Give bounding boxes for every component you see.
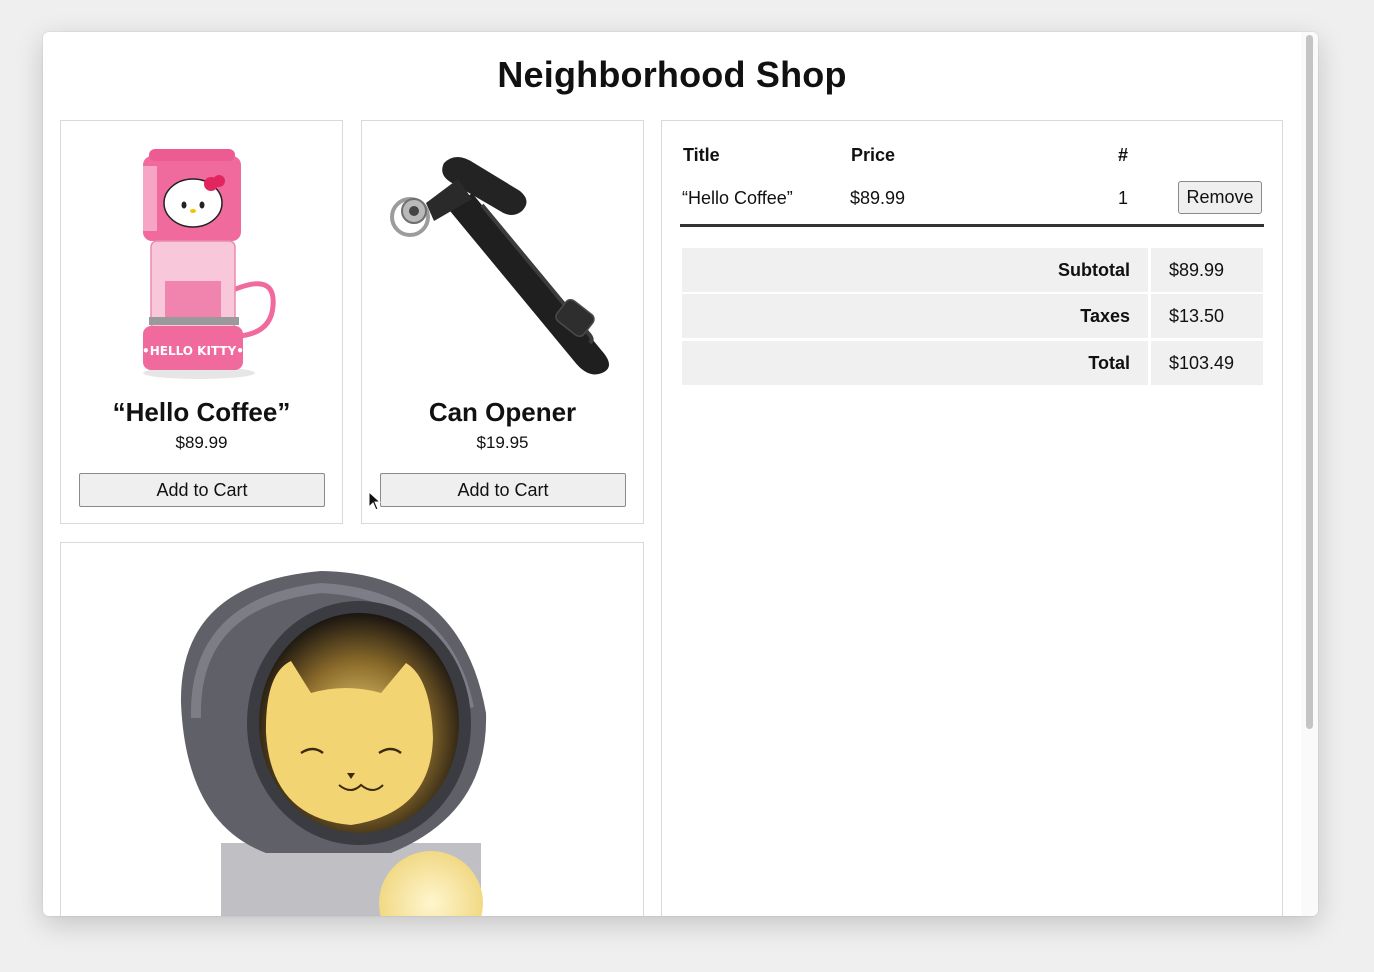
add-to-cart-button[interactable]: Add to Cart xyxy=(380,473,626,507)
can-opener-image xyxy=(390,157,609,375)
product-card-hello-coffee: •HELLO KITTY• “Hello Coffee” $89.99 Add … xyxy=(60,120,343,524)
product-title: Can Opener xyxy=(428,397,577,427)
cart-item-title: “Hello Coffee” xyxy=(682,188,793,208)
vertical-scrollbar[interactable] xyxy=(1301,32,1318,916)
subtotal-value: $89.99 xyxy=(1151,248,1263,292)
mouse-cursor-icon xyxy=(368,491,382,511)
summary-row-subtotal: Subtotal $89.99 xyxy=(682,248,1263,292)
svg-text:•HELLO KITTY•: •HELLO KITTY• xyxy=(142,344,244,358)
taxes-label: Taxes xyxy=(682,294,1148,338)
coffee-maker-image: •HELLO KITTY• xyxy=(142,149,276,379)
summary-row-total: Total $103.49 xyxy=(682,341,1263,385)
add-to-cart-button[interactable]: Add to Cart xyxy=(79,473,325,507)
total-value: $103.49 xyxy=(1151,341,1263,385)
cart-column-quantity: # xyxy=(1118,145,1129,165)
cart-panel: Title Price # “Hello Coffee” $89.99 1 Re… xyxy=(661,120,1283,916)
summary-row-taxes: Taxes $13.50 xyxy=(682,294,1263,338)
product-title: “Hello Coffee” xyxy=(112,397,291,427)
cart-column-price: Price xyxy=(851,145,896,165)
cart-item-quantity: 1 xyxy=(1118,188,1129,208)
browser-window: Neighborhood Shop •HELLO KITTY• “Hello C… xyxy=(43,32,1318,916)
astronaut-cat-lamp-image xyxy=(180,571,487,916)
subtotal-label: Subtotal xyxy=(682,248,1148,292)
cart-item-price: $89.99 xyxy=(850,188,906,208)
product-price: $19.95 xyxy=(476,433,529,452)
product-card-can-opener: Can Opener $19.95 Add to Cart xyxy=(361,120,644,524)
taxes-value: $13.50 xyxy=(1151,294,1263,338)
cart-column-title: Title xyxy=(683,145,720,165)
total-label: Total xyxy=(682,341,1148,385)
page-title: Neighborhood Shop xyxy=(497,54,847,95)
cart-divider xyxy=(680,224,1264,227)
product-card-astronaut-cat-lamp xyxy=(60,542,644,916)
scrollbar-thumb[interactable] xyxy=(1306,35,1313,729)
remove-button[interactable]: Remove xyxy=(1178,181,1262,214)
product-price: $89.99 xyxy=(175,433,228,452)
